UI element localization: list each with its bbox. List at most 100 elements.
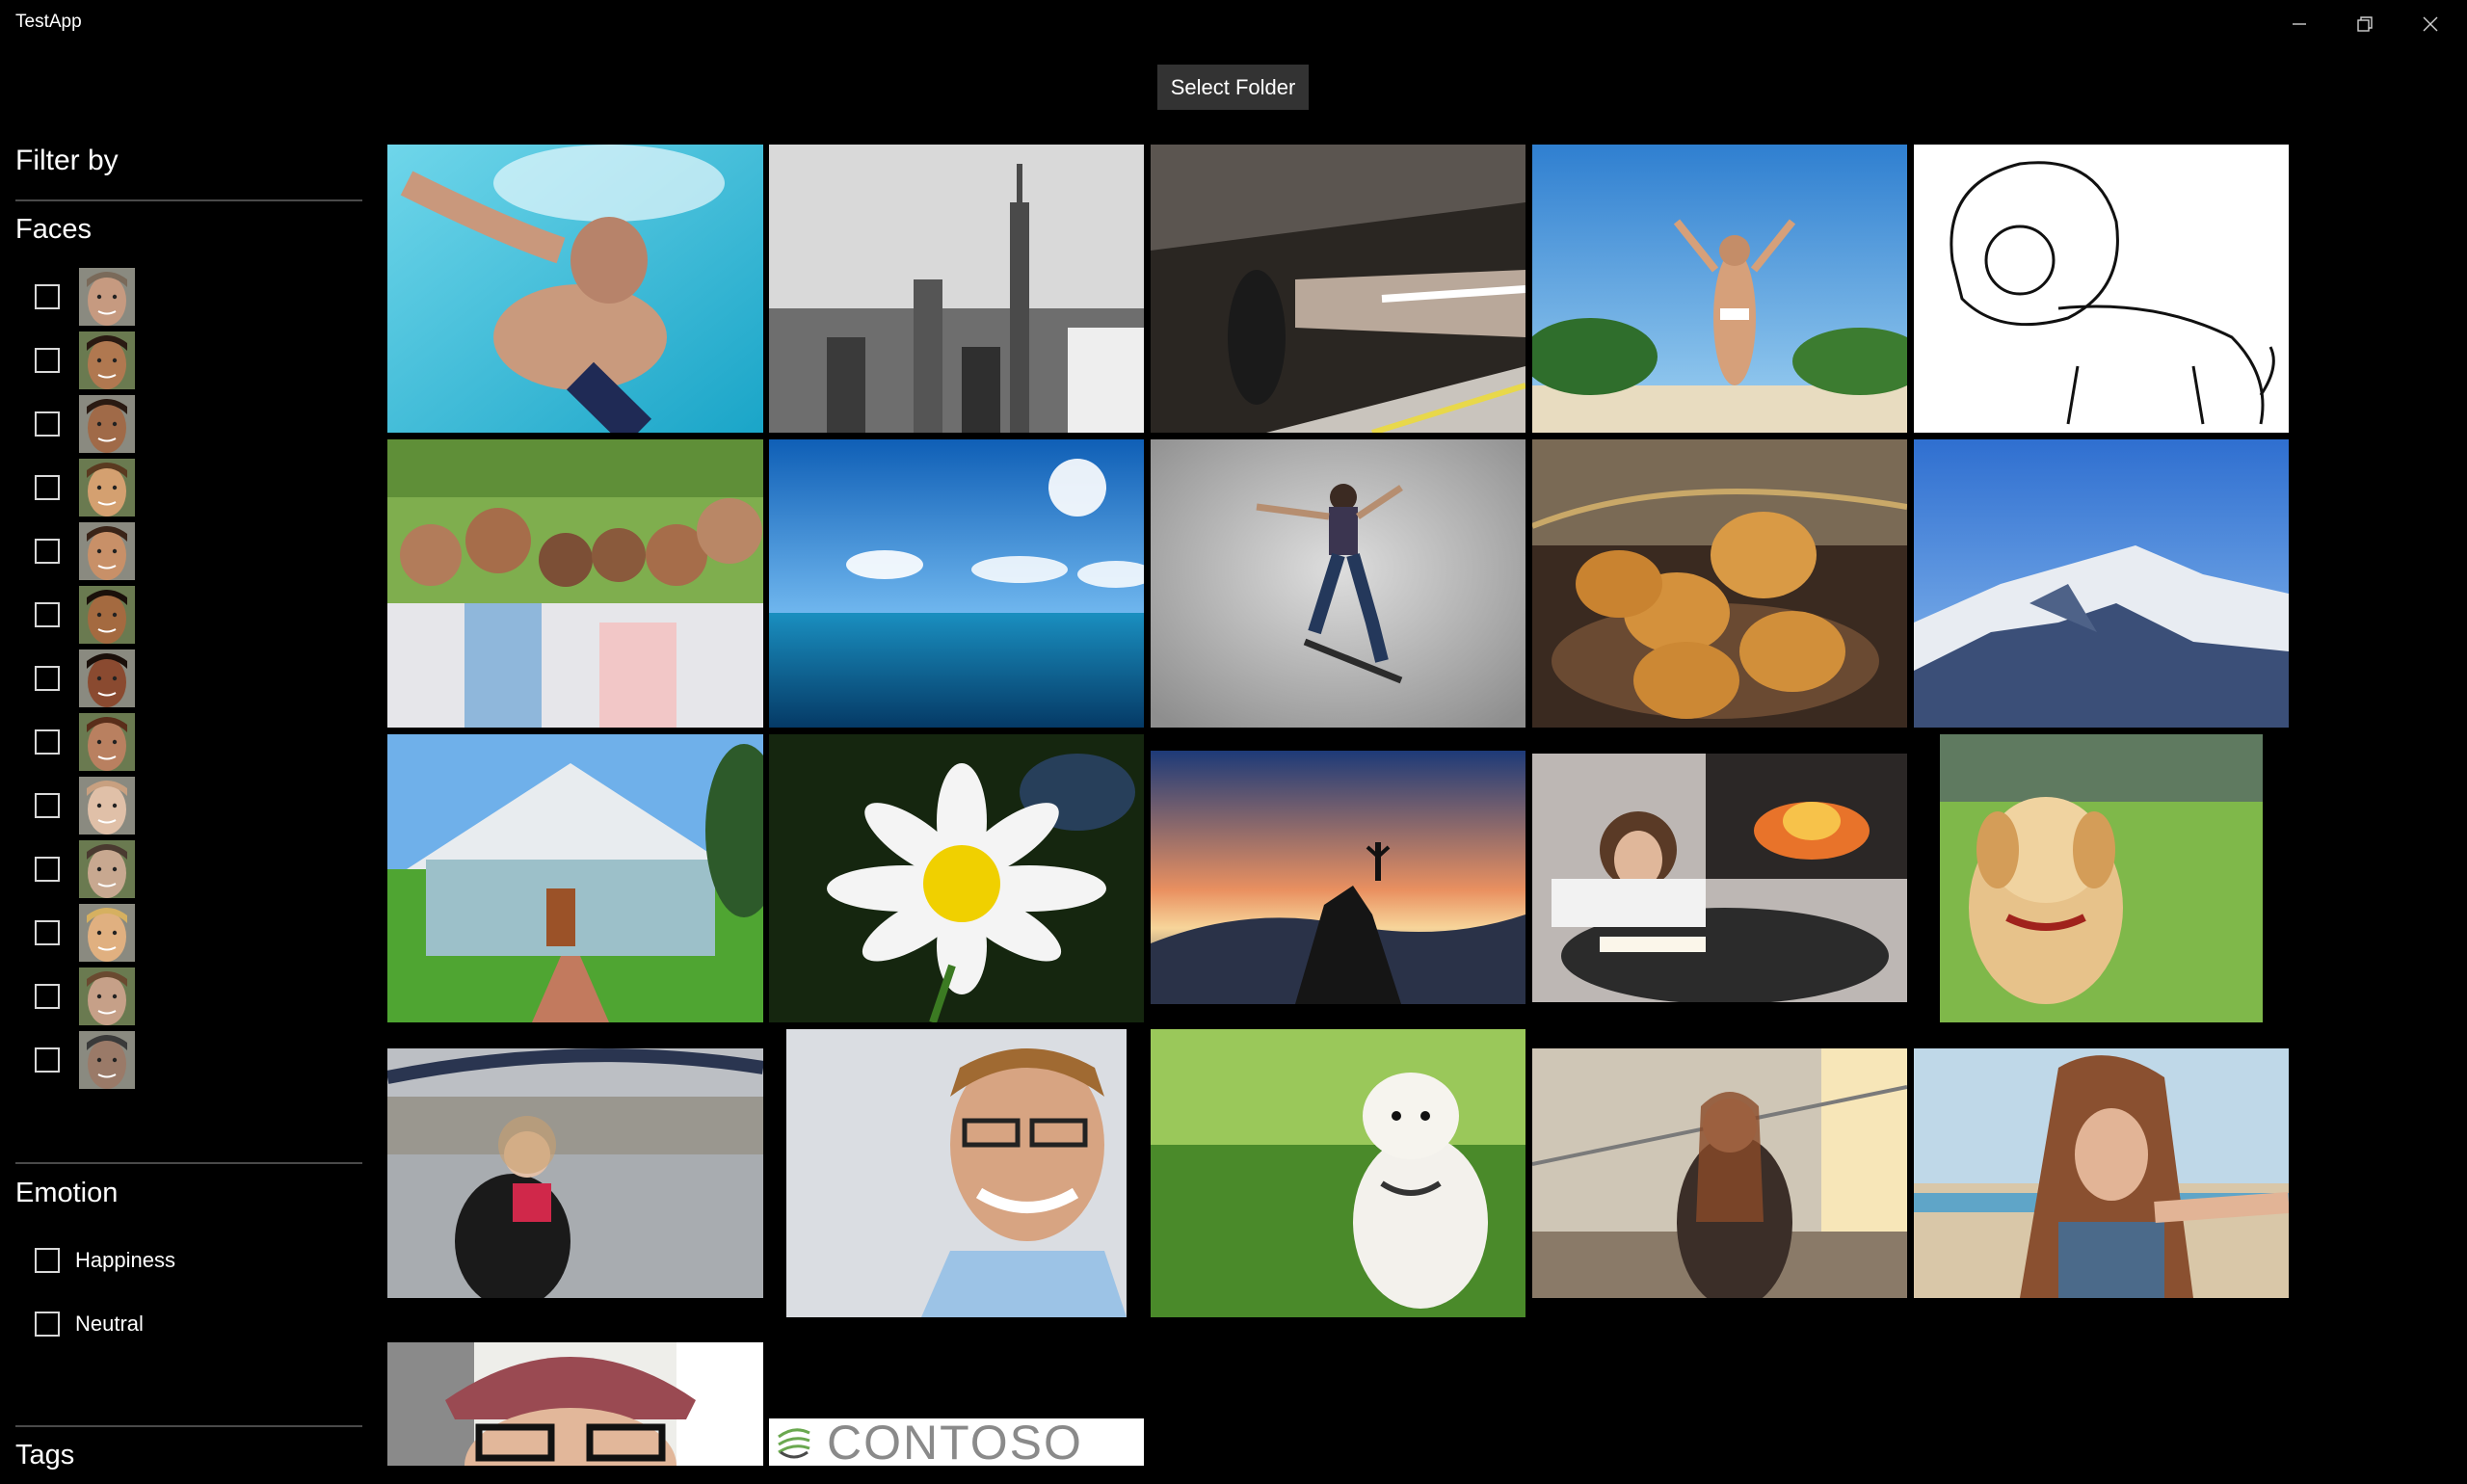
daisy-image [769, 734, 1144, 1022]
contoso-logo-text: CONTOSO [827, 1418, 1083, 1466]
checkbox[interactable] [35, 1248, 60, 1273]
emotion-label: Neutral [75, 1312, 144, 1336]
app-title: TestApp [15, 12, 82, 32]
checkbox[interactable] [35, 284, 60, 309]
checkbox[interactable] [35, 348, 60, 373]
face-filter-item[interactable] [35, 777, 135, 835]
image-house[interactable] [387, 734, 763, 1022]
minimize-icon [2293, 23, 2306, 25]
beach-image [1532, 145, 1907, 433]
puppy-image [1940, 734, 2263, 1022]
image-woman-balcony[interactable] [1532, 1048, 1907, 1298]
faces-heading: Faces [15, 214, 92, 245]
face-filter-item[interactable] [35, 586, 135, 644]
image-sunset-silhouette[interactable] [1151, 751, 1525, 1004]
image-city-skyline[interactable] [769, 145, 1144, 433]
river-image [387, 1048, 763, 1298]
image-man-beanie[interactable] [387, 1342, 763, 1466]
image-skateboarder[interactable] [1151, 439, 1525, 728]
face-thumbnail [79, 522, 135, 580]
checkbox[interactable] [35, 411, 60, 437]
image-swimmer[interactable] [387, 145, 763, 433]
image-contoso-logo[interactable]: CONTOSO [769, 1418, 1144, 1466]
balcony-image [1532, 1048, 1907, 1298]
beanie-image [387, 1342, 763, 1466]
face-filter-item[interactable] [35, 904, 135, 962]
image-lion-drawing[interactable] [1914, 145, 2289, 433]
checkbox[interactable] [35, 539, 60, 564]
face-filter-item[interactable] [35, 331, 135, 389]
lion-image [1914, 145, 2289, 433]
face-filter-item[interactable] [35, 522, 135, 580]
city-image [769, 145, 1144, 433]
checkbox[interactable] [35, 920, 60, 945]
checkbox[interactable] [35, 984, 60, 1009]
image-white-puppy[interactable] [1151, 1029, 1525, 1317]
subway-image [1151, 145, 1525, 433]
face-filter-item[interactable] [35, 395, 135, 453]
title-bar: TestApp [0, 0, 2467, 48]
face-thumbnail [79, 904, 135, 962]
man-image [786, 1029, 1127, 1317]
image-subway[interactable] [1151, 145, 1525, 433]
face-thumbnail [79, 586, 135, 644]
image-woman-river[interactable] [387, 1048, 763, 1298]
image-smiling-man[interactable] [786, 1029, 1127, 1317]
face-filter-item[interactable] [35, 967, 135, 1025]
select-folder-button[interactable]: Select Folder [1157, 65, 1309, 110]
image-beach-woman[interactable] [1532, 145, 1907, 433]
image-mountain[interactable] [1914, 439, 2289, 728]
tags-heading: Tags [15, 1440, 75, 1471]
swimmer-image [387, 145, 763, 433]
close-icon [2423, 16, 2438, 32]
skateboarder-image [1151, 439, 1525, 728]
close-button[interactable] [2398, 0, 2463, 48]
family-image [387, 439, 763, 728]
bread-image [1532, 439, 1907, 728]
image-golden-puppy[interactable] [1940, 734, 2263, 1022]
face-thumbnail [79, 459, 135, 517]
checkbox[interactable] [35, 475, 60, 500]
checkbox[interactable] [35, 793, 60, 818]
divider [15, 1162, 362, 1164]
image-woman-selfie[interactable] [1914, 1048, 2289, 1298]
checkbox[interactable] [35, 666, 60, 691]
face-thumbnail [79, 395, 135, 453]
minimize-button[interactable] [2267, 0, 2332, 48]
checkbox[interactable] [35, 857, 60, 882]
checkbox[interactable] [35, 602, 60, 627]
emotion-label: Happiness [75, 1248, 175, 1272]
face-filter-item[interactable] [35, 459, 135, 517]
reading-image [1532, 754, 1907, 1002]
face-thumbnail [79, 967, 135, 1025]
emotion-filter-happiness[interactable]: Happiness [35, 1241, 175, 1280]
face-filter-item[interactable] [35, 268, 135, 326]
face-thumbnail [79, 840, 135, 898]
face-thumbnail [79, 331, 135, 389]
face-thumbnail [79, 1031, 135, 1089]
face-filter-item[interactable] [35, 649, 135, 707]
face-thumbnail [79, 713, 135, 771]
emotion-filter-neutral[interactable]: Neutral [35, 1305, 144, 1343]
face-filter-item[interactable] [35, 1031, 135, 1089]
white-puppy-image [1151, 1029, 1525, 1317]
checkbox[interactable] [35, 1047, 60, 1073]
image-family[interactable] [387, 439, 763, 728]
emotion-heading: Emotion [15, 1178, 119, 1208]
checkbox[interactable] [35, 1312, 60, 1337]
face-filter-item[interactable] [35, 840, 135, 898]
image-ocean[interactable] [769, 439, 1144, 728]
image-woman-reading[interactable] [1532, 754, 1907, 1002]
contoso-logo-icon [778, 1427, 810, 1458]
checkbox[interactable] [35, 729, 60, 755]
image-daisy[interactable] [769, 734, 1144, 1022]
restore-icon [2357, 16, 2373, 32]
image-bread[interactable] [1532, 439, 1907, 728]
divider [15, 1425, 362, 1427]
restore-button[interactable] [2332, 0, 2398, 48]
face-filter-item[interactable] [35, 713, 135, 771]
mountain-image [1914, 439, 2289, 728]
divider [15, 199, 362, 201]
sunset-image [1151, 751, 1525, 1004]
ocean-image [769, 439, 1144, 728]
